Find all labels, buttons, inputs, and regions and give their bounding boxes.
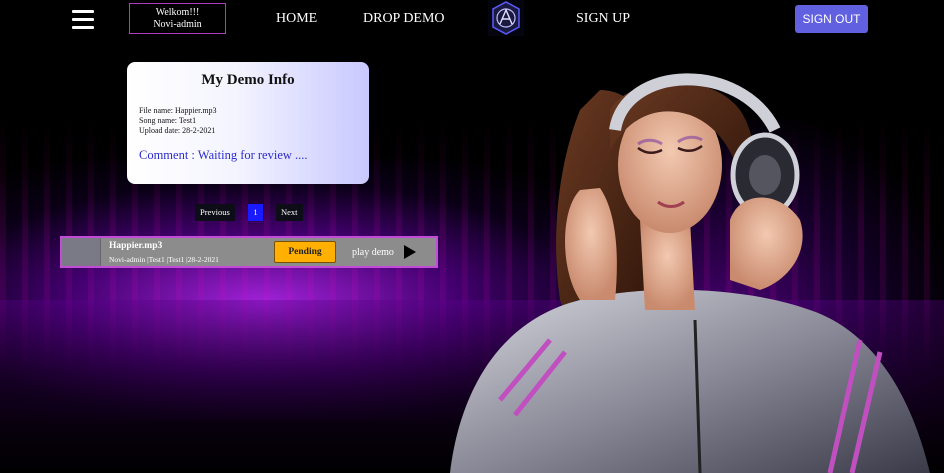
demo-file-name: Happier.mp3 xyxy=(109,240,163,251)
demo-details: Novi-admin |Test1 |Test1 |28-2-2021 xyxy=(109,254,219,264)
play-icon[interactable] xyxy=(403,245,416,259)
play-demo-label: play demo xyxy=(352,246,394,258)
page-number-button[interactable]: 1 xyxy=(248,204,263,221)
review-comment: Comment : Waiting for review .... xyxy=(139,148,308,162)
nav-sign-up-link[interactable]: SIGN UP xyxy=(576,11,630,27)
site-logo-icon[interactable] xyxy=(488,0,524,36)
demo-meta: File name: Happier.mp3 Song name: Test1 … xyxy=(139,106,357,136)
pending-status-button[interactable]: Pending xyxy=(274,241,336,263)
welcome-text: Welkom!!! xyxy=(155,7,200,18)
singer-with-headphones-image xyxy=(450,73,930,473)
nav-drop-demo-link[interactable]: DROP DEMO xyxy=(363,11,445,27)
upload-date-text: Upload date: 28-2-2021 xyxy=(139,126,216,135)
demo-list-item: Happier.mp3 Novi-admin |Test1 |Test1 |28… xyxy=(60,236,438,268)
welcome-user-box: Welkom!!! Novi-admin xyxy=(129,3,226,34)
demo-info-card: My Demo Info File name: Happier.mp3 Song… xyxy=(127,62,369,184)
play-demo-control[interactable]: play demo xyxy=(352,245,416,259)
username-text: Novi-admin xyxy=(153,19,202,30)
row-handle xyxy=(62,238,101,266)
next-page-button[interactable]: Next xyxy=(276,204,303,221)
hamburger-menu-icon[interactable] xyxy=(72,10,94,29)
previous-page-button[interactable]: Previous xyxy=(195,204,235,221)
card-title: My Demo Info xyxy=(201,72,295,88)
nav-home-link[interactable]: HOME xyxy=(276,11,317,27)
demo-row-info: Happier.mp3 Novi-admin |Test1 |Test1 |28… xyxy=(109,241,274,264)
sign-out-button[interactable]: SIGN OUT xyxy=(795,5,868,33)
song-name-text: Song name: Test1 xyxy=(139,116,197,125)
file-name-text: File name: Happier.mp3 xyxy=(139,106,217,115)
